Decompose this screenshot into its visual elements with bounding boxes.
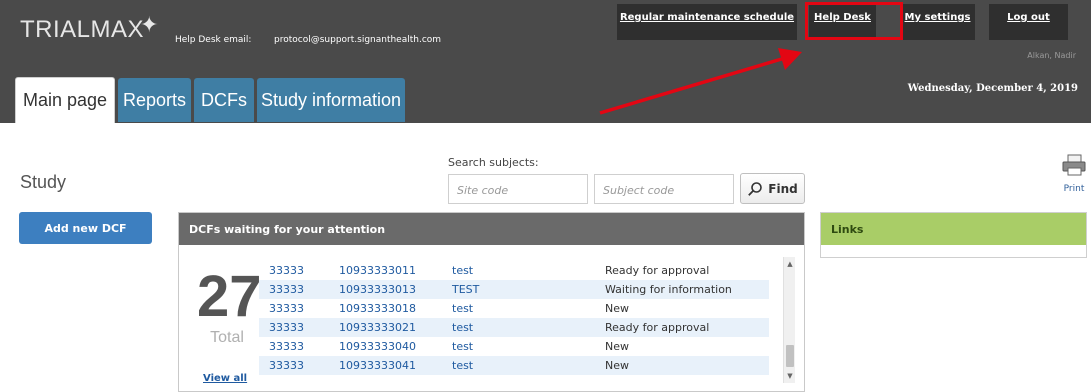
status-cell: Ready for approval xyxy=(605,264,710,277)
print-label: Print xyxy=(1063,184,1085,194)
help-desk-email[interactable]: protocol@support.signanthealth.com xyxy=(274,35,441,45)
status-cell: Ready for approval xyxy=(605,321,710,334)
search-icon xyxy=(748,181,763,196)
my-settings-button[interactable]: My settings xyxy=(900,4,975,40)
find-button[interactable]: Find xyxy=(740,173,805,204)
tab-main-page[interactable]: Main page xyxy=(15,77,115,123)
table-row[interactable]: 33333 10933333041 test New xyxy=(259,356,769,375)
dcf-total-count: 27 xyxy=(197,264,262,329)
table-row[interactable]: 33333 10933333040 test New xyxy=(259,337,769,356)
page-title: Study xyxy=(20,172,67,192)
subject-code-input[interactable]: Subject code xyxy=(594,174,734,204)
dcf-total-label: Total xyxy=(210,329,244,346)
links-panel-header: Links xyxy=(821,213,1086,245)
table-row[interactable]: 33333 10933333013 TEST Waiting for infor… xyxy=(259,280,769,299)
dcf-list: 33333 10933333011 test Ready for approva… xyxy=(259,257,783,383)
site-cell[interactable]: 33333 xyxy=(269,283,304,296)
status-cell: New xyxy=(605,359,629,372)
description-cell[interactable]: test xyxy=(452,302,473,315)
subject-cell[interactable]: 10933333011 xyxy=(339,264,416,277)
tab-reports[interactable]: Reports xyxy=(118,78,191,122)
scroll-down-icon[interactable]: ▼ xyxy=(784,369,796,383)
logo-figure-icon: ✦ xyxy=(140,13,159,38)
description-cell[interactable]: test xyxy=(452,359,473,372)
trialmax-logo: TRIALMAX xyxy=(20,16,145,43)
subject-cell[interactable]: 10933333018 xyxy=(339,302,416,315)
status-cell: New xyxy=(605,302,629,315)
printer-icon xyxy=(1062,154,1086,176)
site-cell[interactable]: 33333 xyxy=(269,302,304,315)
description-cell[interactable]: test xyxy=(452,264,473,277)
description-cell[interactable]: test xyxy=(452,340,473,353)
subject-cell[interactable]: 10933333021 xyxy=(339,321,416,334)
user-name: Alkan, Nadir xyxy=(1027,51,1076,60)
site-cell[interactable]: 33333 xyxy=(269,264,304,277)
table-row[interactable]: 33333 10933333018 test New xyxy=(259,299,769,318)
tab-dcfs[interactable]: DCFs xyxy=(194,78,254,122)
help-desk-email-label: Help Desk email: xyxy=(175,35,252,45)
logout-button[interactable]: Log out xyxy=(989,4,1068,40)
dcf-list-scrollbar[interactable]: ▲ ▼ xyxy=(783,257,795,383)
site-cell[interactable]: 33333 xyxy=(269,321,304,334)
subject-cell[interactable]: 10933333040 xyxy=(339,340,416,353)
table-row[interactable]: 33333 10933333021 test Ready for approva… xyxy=(259,318,769,337)
scrollbar-thumb[interactable] xyxy=(786,345,794,367)
table-row[interactable]: 33333 10933333011 test Ready for approva… xyxy=(259,261,769,280)
scroll-up-icon[interactable]: ▲ xyxy=(784,257,796,271)
site-code-input[interactable]: Site code xyxy=(448,174,588,204)
site-cell[interactable]: 33333 xyxy=(269,340,304,353)
search-subjects-label: Search subjects: xyxy=(448,156,539,169)
dcf-panel: DCFs waiting for your attention 27 Total… xyxy=(178,212,805,392)
subject-cell[interactable]: 10933333013 xyxy=(339,283,416,296)
help-desk-highlight-box xyxy=(805,2,903,40)
subject-cell[interactable]: 10933333041 xyxy=(339,359,416,372)
view-all-link[interactable]: View all xyxy=(203,373,247,384)
current-date: Wednesday, December 4, 2019 xyxy=(907,83,1078,94)
find-button-label: Find xyxy=(768,181,798,196)
status-cell: New xyxy=(605,340,629,353)
description-cell[interactable]: test xyxy=(452,321,473,334)
print-button[interactable]: Print xyxy=(1060,154,1088,195)
site-cell[interactable]: 33333 xyxy=(269,359,304,372)
description-cell[interactable]: TEST xyxy=(452,283,479,296)
add-new-dcf-button[interactable]: Add new DCF xyxy=(19,212,152,244)
links-panel: Links xyxy=(820,212,1087,258)
maintenance-schedule-button[interactable]: Regular maintenance schedule xyxy=(617,4,797,40)
dcf-panel-header: DCFs waiting for your attention xyxy=(179,213,804,245)
tab-study-information[interactable]: Study information xyxy=(257,78,405,122)
status-cell: Waiting for information xyxy=(605,283,732,296)
